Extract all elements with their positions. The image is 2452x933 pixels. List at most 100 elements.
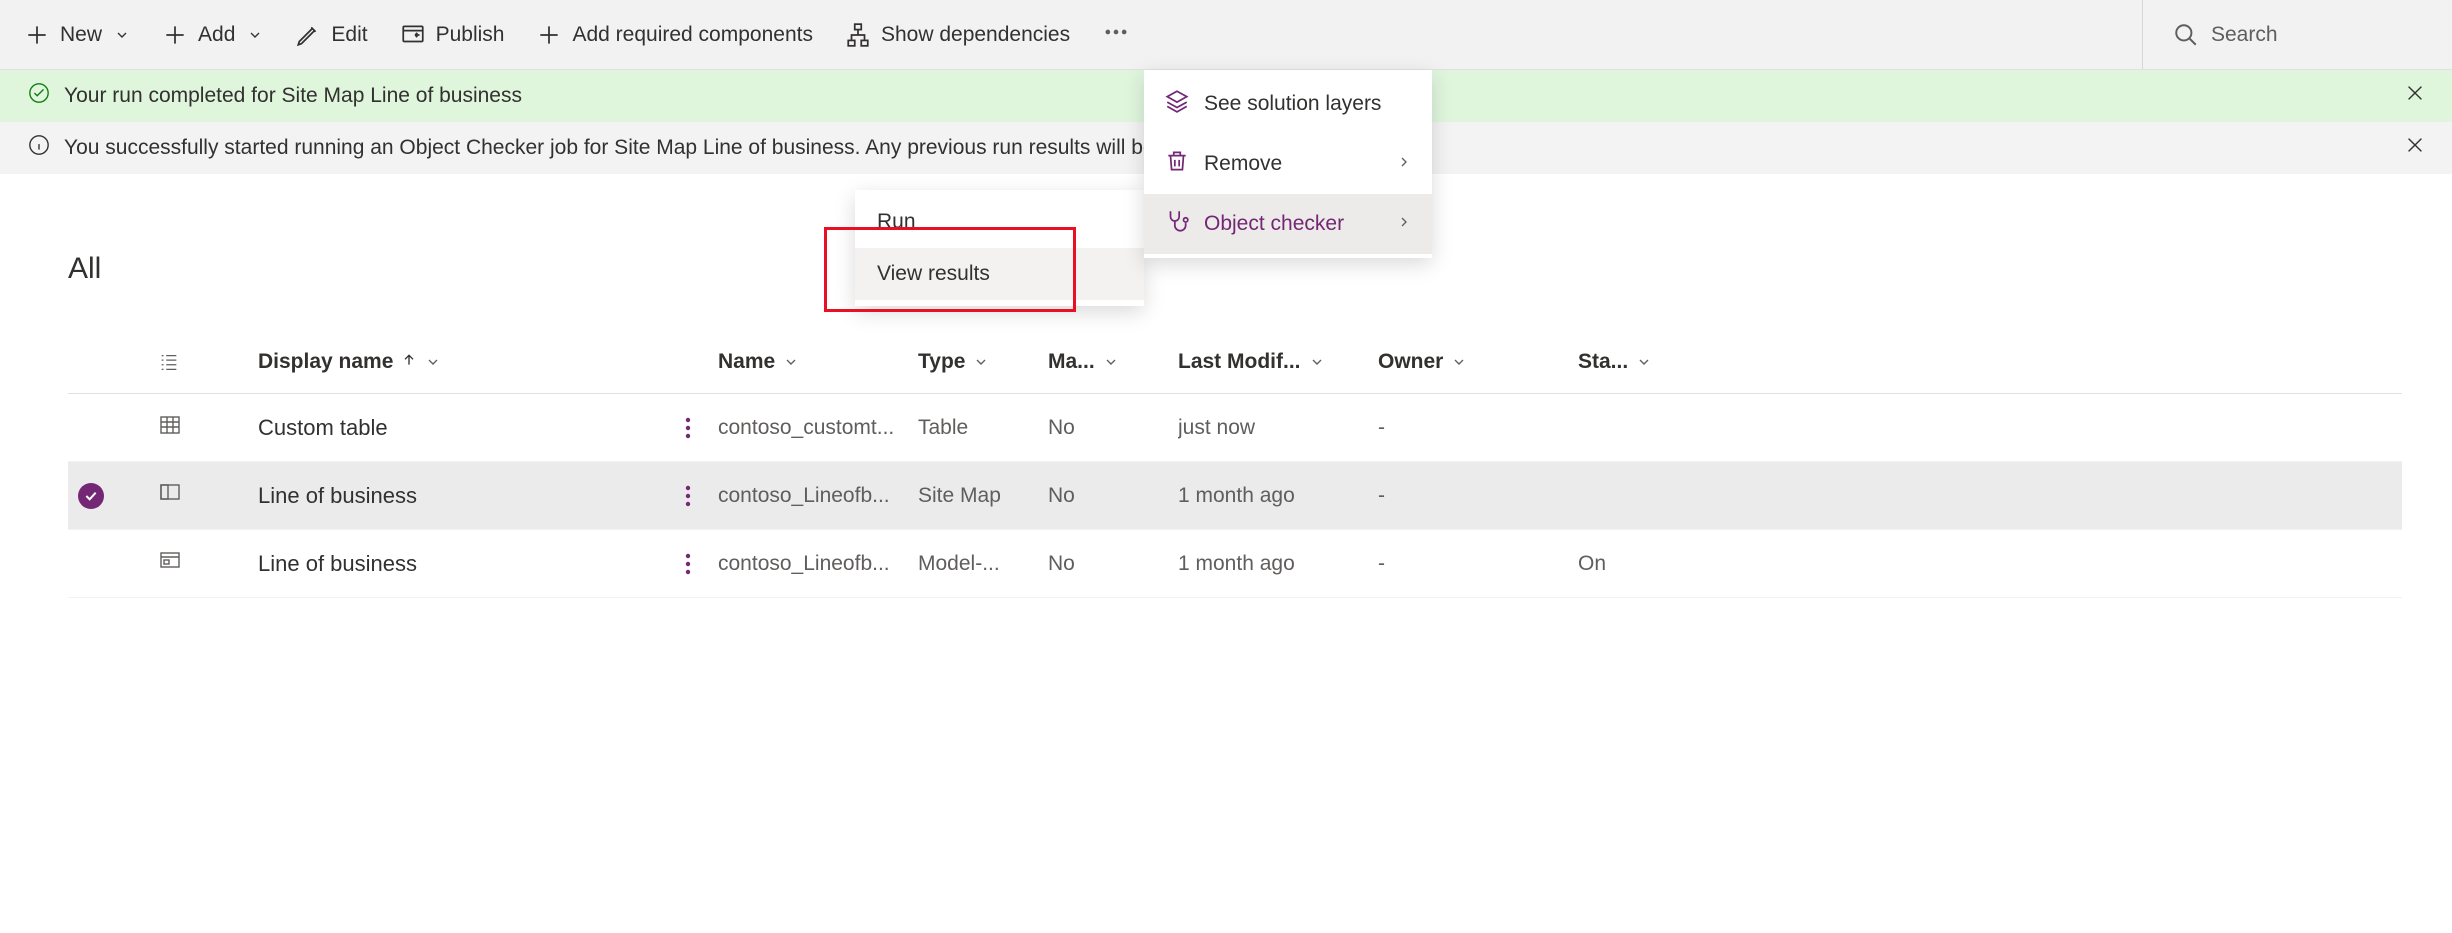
table-row[interactable]: Custom table contoso_customt... Table No…: [68, 394, 2402, 462]
plus-icon: [24, 22, 50, 48]
add-label: Add: [198, 23, 235, 47]
edit-button[interactable]: Edit: [281, 14, 381, 56]
chevron-down-icon: [425, 354, 441, 370]
cell-managed: No: [1048, 416, 1178, 440]
close-icon: [2404, 134, 2426, 156]
column-status[interactable]: Sta...: [1578, 350, 1738, 374]
row-checkbox[interactable]: [78, 483, 104, 509]
submenu-label: View results: [877, 262, 990, 285]
menu-remove[interactable]: Remove: [1144, 134, 1432, 194]
chevron-down-icon: [1103, 354, 1119, 370]
check-circle-icon: [28, 82, 50, 110]
table-row[interactable]: Line of business contoso_Lineofb... Site…: [68, 462, 2402, 530]
chevron-down-icon: [1309, 354, 1325, 370]
notification-text: You successfully started running an Obje…: [64, 136, 1267, 160]
column-managed[interactable]: Ma...: [1048, 350, 1178, 374]
close-icon: [2404, 82, 2426, 104]
cell-last-modified: 1 month ago: [1178, 552, 1378, 576]
plus-icon: [162, 22, 188, 48]
cell-display-name: Custom table: [258, 415, 658, 441]
menu-object-checker[interactable]: Object checker: [1144, 194, 1432, 254]
list-icon: [158, 351, 180, 373]
column-owner[interactable]: Owner: [1378, 350, 1578, 374]
submenu-run[interactable]: Run: [855, 196, 1144, 248]
table-header: Display name Name Type Ma... Last Modif.…: [68, 330, 2402, 394]
vertical-ellipsis-icon: [685, 552, 691, 576]
notification-text: Your run completed for Site Map Line of …: [64, 84, 522, 108]
row-checkbox[interactable]: [78, 551, 104, 577]
cell-managed: No: [1048, 484, 1178, 508]
search-icon: [2173, 22, 2199, 48]
chevron-right-icon: [1396, 152, 1412, 176]
chevron-down-icon: [114, 27, 130, 43]
cell-name: contoso_Lineofb...: [718, 484, 918, 508]
info-circle-icon: [28, 134, 50, 162]
column-label: Display name: [258, 350, 393, 374]
column-icon[interactable]: [158, 351, 258, 373]
column-label: Type: [918, 350, 965, 374]
ellipsis-icon: [1102, 18, 1130, 46]
command-bar: New Add Edit Publish Add required compon…: [0, 0, 2452, 70]
layers-icon: [1164, 88, 1190, 120]
add-button[interactable]: Add: [148, 14, 277, 56]
overflow-menu: See solution layers Remove Object checke…: [1144, 70, 1432, 258]
row-checkbox[interactable]: [78, 415, 104, 441]
cell-name: contoso_customt...: [718, 416, 918, 440]
add-required-button[interactable]: Add required components: [522, 14, 827, 56]
overflow-button[interactable]: [1088, 10, 1144, 60]
menu-label: Object checker: [1204, 212, 1344, 236]
cell-owner: -: [1378, 552, 1578, 576]
publish-button[interactable]: Publish: [386, 14, 519, 56]
cell-status: On: [1578, 552, 1738, 576]
row-actions-button[interactable]: [658, 552, 718, 576]
search-box[interactable]: [2173, 22, 2391, 48]
stethoscope-icon: [1164, 208, 1190, 240]
vertical-ellipsis-icon: [685, 484, 691, 508]
cell-owner: -: [1378, 416, 1578, 440]
search-region: [2142, 0, 2442, 69]
table-row[interactable]: Line of business contoso_Lineofb... Mode…: [68, 530, 2402, 598]
submenu-view-results[interactable]: View results: [855, 248, 1144, 300]
chevron-down-icon: [1636, 354, 1652, 370]
column-label: Sta...: [1578, 350, 1628, 374]
close-button[interactable]: [2398, 76, 2432, 116]
vertical-ellipsis-icon: [685, 416, 691, 440]
row-actions-button[interactable]: [658, 484, 718, 508]
cell-type: Site Map: [918, 484, 1048, 508]
menu-label: See solution layers: [1204, 92, 1381, 116]
submenu-label: Run: [877, 210, 916, 233]
cell-display-name: Line of business: [258, 551, 658, 577]
menu-see-solution-layers[interactable]: See solution layers: [1144, 74, 1432, 134]
cell-name: contoso_Lineofb...: [718, 552, 918, 576]
hierarchy-icon: [845, 22, 871, 48]
close-button[interactable]: [2398, 128, 2432, 168]
chevron-down-icon: [1451, 354, 1467, 370]
cell-type: Model-...: [918, 552, 1048, 576]
column-last-modified[interactable]: Last Modif...: [1178, 350, 1378, 374]
column-label: Name: [718, 350, 775, 374]
components-table: Display name Name Type Ma... Last Modif.…: [68, 330, 2402, 598]
cell-last-modified: just now: [1178, 416, 1378, 440]
edit-label: Edit: [331, 23, 367, 47]
column-display-name[interactable]: Display name: [258, 350, 658, 374]
plus-icon: [536, 22, 562, 48]
cell-last-modified: 1 month ago: [1178, 484, 1378, 508]
show-dependencies-button[interactable]: Show dependencies: [831, 14, 1084, 56]
pencil-icon: [295, 22, 321, 48]
app-icon: [158, 549, 258, 579]
check-icon: [83, 488, 99, 504]
column-label: Owner: [1378, 350, 1443, 374]
new-button[interactable]: New: [10, 14, 144, 56]
search-input[interactable]: [2211, 23, 2391, 47]
column-name[interactable]: Name: [718, 350, 918, 374]
show-dependencies-label: Show dependencies: [881, 23, 1070, 47]
column-type[interactable]: Type: [918, 350, 1048, 374]
cell-owner: -: [1378, 484, 1578, 508]
publish-icon: [400, 22, 426, 48]
cell-display-name: Line of business: [258, 483, 658, 509]
new-label: New: [60, 23, 102, 47]
table-icon: [158, 413, 258, 443]
command-bar-left: New Add Edit Publish Add required compon…: [10, 10, 2142, 60]
row-actions-button[interactable]: [658, 416, 718, 440]
add-required-label: Add required components: [572, 23, 813, 47]
